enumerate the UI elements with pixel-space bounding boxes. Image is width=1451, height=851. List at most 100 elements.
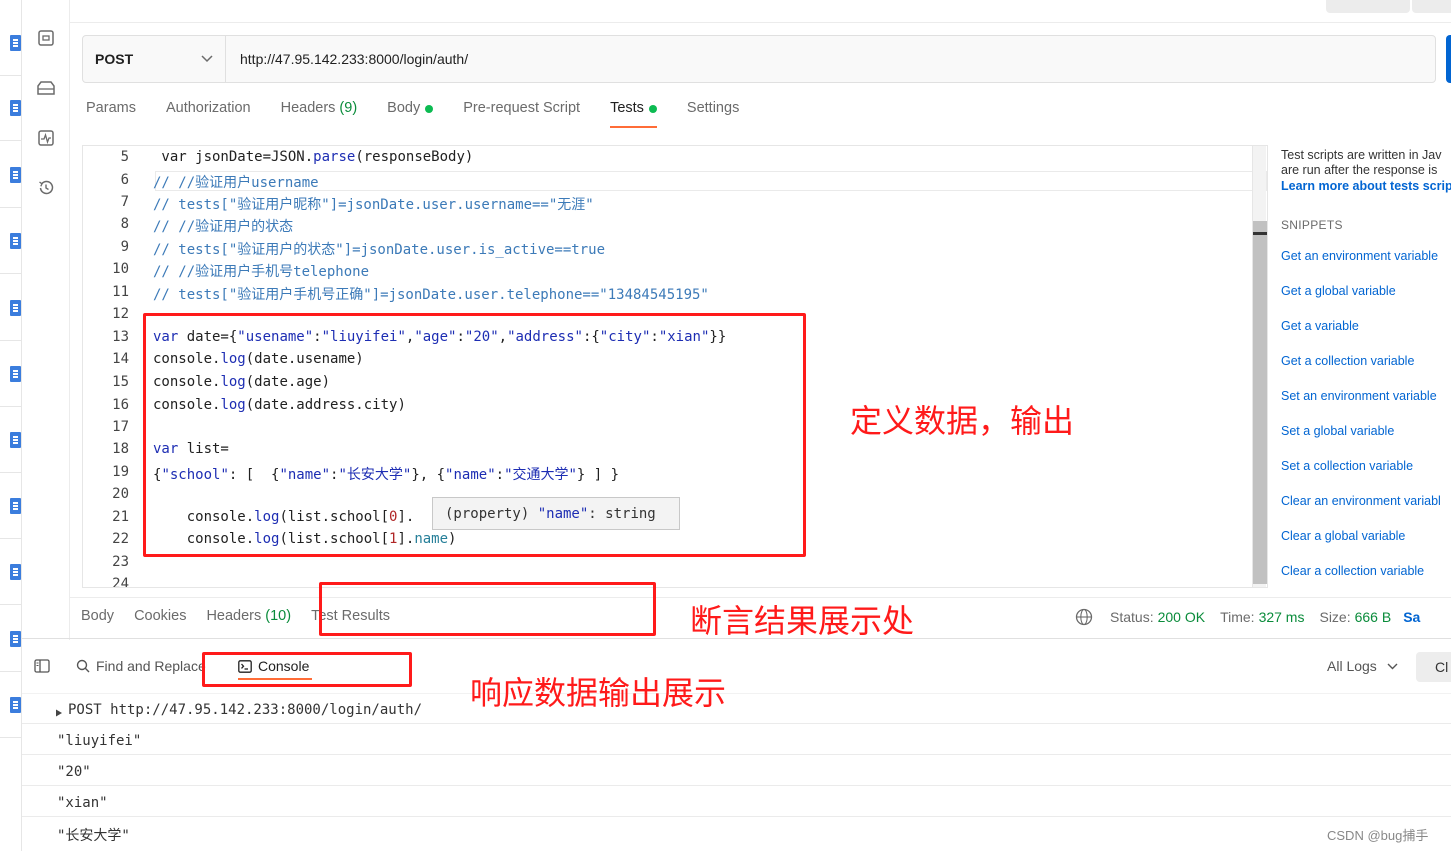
tab-count: (10) <box>265 608 292 624</box>
file-icon[interactable] <box>10 35 21 51</box>
snippet-link[interactable]: Clear an environment variabl <box>1281 494 1441 508</box>
tab-cookies[interactable]: Cookies <box>134 608 186 630</box>
editor-scrollbar-thumb[interactable] <box>1253 221 1267 584</box>
snippet-link[interactable]: Clear a global variable <box>1281 529 1405 543</box>
status-value[interactable]: 200 OK <box>1158 609 1205 625</box>
log-entry-request[interactable]: POST http://47.95.142.233:8000/login/aut… <box>68 702 422 718</box>
panel-description: Test scripts are written in Jav are run … <box>1281 148 1451 178</box>
code-line: // //验证用户的状态 <box>153 219 294 235</box>
snippet-link[interactable]: Get a variable <box>1281 319 1359 333</box>
tab-label: Body <box>81 608 115 624</box>
history-icon[interactable] <box>35 177 57 199</box>
send-button[interactable] <box>1446 35 1451 83</box>
snippet-link[interactable]: Get an environment variable <box>1281 249 1438 263</box>
collections-icon[interactable] <box>35 27 57 49</box>
search-icon <box>76 659 90 673</box>
tab-label: Settings <box>686 100 740 116</box>
tab-body[interactable]: Body <box>387 100 434 130</box>
snippet-link[interactable]: Get a collection variable <box>1281 354 1414 368</box>
tab-params[interactable]: Params <box>86 100 136 130</box>
log-entry[interactable]: "liuyifei" <box>57 733 141 749</box>
tab-tests[interactable]: Tests <box>610 100 657 130</box>
log-level-select[interactable]: All Logs <box>1327 658 1398 674</box>
file-icon[interactable] <box>10 631 21 647</box>
code-line: // //验证用户username <box>153 175 319 191</box>
file-icon[interactable] <box>10 300 21 316</box>
tab-pre-request-script[interactable]: Pre-request Script <box>463 100 580 130</box>
divider <box>22 816 1451 817</box>
tab-headers[interactable]: Headers (9) <box>281 100 358 130</box>
save-response-button[interactable]: Sa <box>1403 609 1420 625</box>
snippet-link[interactable]: Set an environment variable <box>1281 389 1437 403</box>
find-replace-button[interactable]: Find and Replace <box>76 658 206 674</box>
log-entry[interactable]: "xian" <box>57 795 108 811</box>
tab-label: Headers <box>280 100 336 116</box>
time-value[interactable]: 327 ms <box>1259 609 1305 625</box>
file-icon[interactable] <box>10 233 21 249</box>
find-replace-label: Find and Replace <box>96 658 206 674</box>
tab-response-headers[interactable]: Headers (10) <box>206 608 291 630</box>
file-icon[interactable] <box>10 167 21 183</box>
size-value[interactable]: 666 B <box>1355 609 1392 625</box>
request-bar: POST http://47.95.142.233:8000/login/aut… <box>82 35 1436 83</box>
tab-label: Body <box>387 100 421 116</box>
line-number: 9 <box>120 239 129 255</box>
file-icon[interactable] <box>10 697 21 713</box>
line-number: 21 <box>112 509 129 525</box>
line-number: 20 <box>112 486 129 502</box>
code-line: // tests["验证用户的状态"]=jsonDate.user.is_act… <box>153 242 606 258</box>
status-dot-icon <box>648 105 657 113</box>
toggle-sidebar-icon[interactable] <box>34 659 50 676</box>
globe-icon[interactable] <box>1075 608 1093 626</box>
file-icon[interactable] <box>10 564 21 580</box>
line-number: 19 <box>112 464 129 480</box>
log-entry[interactable]: "20" <box>57 764 91 780</box>
code-line: var jsonDate=JSON.parse(responseBody) <box>153 149 474 165</box>
tab-settings[interactable]: Settings <box>687 100 739 130</box>
monitor-icon[interactable] <box>35 127 57 149</box>
file-icon[interactable] <box>10 100 21 116</box>
snippet-link[interactable]: Get a global variable <box>1281 284 1396 298</box>
line-number: 24 <box>112 576 129 588</box>
line-number: 5 <box>120 149 129 165</box>
tab-response-body[interactable]: Body <box>81 608 114 630</box>
tab-authorization[interactable]: Authorization <box>166 100 251 130</box>
divider <box>22 723 1451 724</box>
tab-label: Tests <box>610 100 644 116</box>
snippet-link[interactable]: Clear a collection variable <box>1281 564 1424 578</box>
learn-more-link[interactable]: Learn more about tests scrip <box>1281 179 1451 193</box>
log-entry[interactable]: "长安大学" <box>57 825 130 845</box>
snippet-link[interactable]: Set a global variable <box>1281 424 1394 438</box>
method-select[interactable]: POST <box>83 36 226 82</box>
line-number: 6 <box>120 172 129 188</box>
file-icon[interactable] <box>10 366 21 382</box>
divider <box>0 406 22 407</box>
top-toolbar-button[interactable] <box>1412 0 1451 13</box>
file-icon[interactable] <box>10 432 21 448</box>
code-line: // tests["验证用户昵称"]=jsonDate.user.usernam… <box>153 197 594 213</box>
chevron-down-icon <box>201 55 213 63</box>
divider <box>0 538 22 539</box>
clear-console-button[interactable]: Cl <box>1416 652 1451 682</box>
divider <box>0 207 22 208</box>
code-line: // //验证用户手机号telephone <box>153 264 370 280</box>
status-label: Status: <box>1110 609 1154 625</box>
snippets-panel: Test scripts are written in Jav are run … <box>1281 148 1451 588</box>
file-tree-strip <box>0 0 22 851</box>
expand-caret-icon[interactable] <box>55 704 63 720</box>
tab-label: Authorization <box>165 100 251 116</box>
divider <box>22 785 1451 786</box>
scrollbar-marker <box>1253 232 1267 235</box>
annotation-box-test-results <box>319 582 656 636</box>
file-icon[interactable] <box>10 498 21 514</box>
line-number: 14 <box>112 351 129 367</box>
url-input[interactable]: http://47.95.142.233:8000/login/auth/ <box>226 51 468 67</box>
request-tabs: Params Authorization Headers (9) Body Pre… <box>86 100 769 130</box>
divider <box>22 693 1451 694</box>
line-number: 17 <box>112 419 129 435</box>
annotation-assertion-result: 断言结果展示处 <box>690 602 915 640</box>
environments-icon[interactable] <box>35 77 57 99</box>
description-line: are run after the response is <box>1281 163 1438 177</box>
snippet-link[interactable]: Set a collection variable <box>1281 459 1413 473</box>
top-toolbar-button[interactable] <box>1326 0 1410 13</box>
